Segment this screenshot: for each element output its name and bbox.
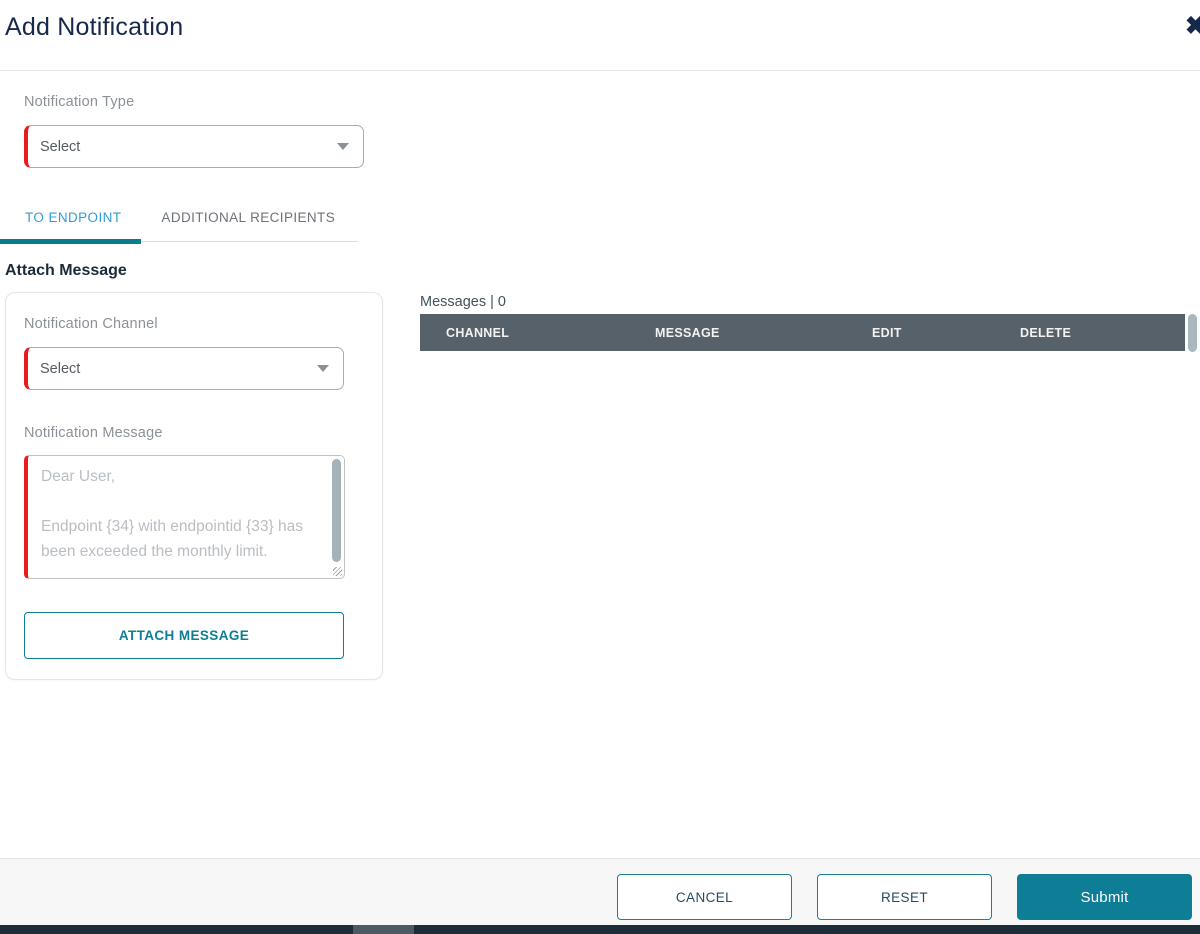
table-scrollbar-thumb[interactable] bbox=[1188, 314, 1197, 352]
footer-bar: CANCEL RESET Submit bbox=[0, 858, 1200, 925]
messages-table-header: CHANNEL MESSAGE EDIT DELETE bbox=[420, 314, 1185, 351]
horizontal-scrollbar-track[interactable] bbox=[0, 925, 1200, 934]
textarea-resize-grip-icon[interactable] bbox=[333, 567, 342, 576]
column-header-message: MESSAGE bbox=[655, 326, 872, 340]
chevron-down-icon bbox=[337, 143, 349, 150]
page-title: Add Notification bbox=[5, 13, 183, 42]
tab-bar: TO ENDPOINT ADDITIONAL RECIPIENTS bbox=[5, 204, 358, 242]
tab-to-endpoint[interactable]: TO ENDPOINT bbox=[5, 204, 141, 241]
cancel-button[interactable]: CANCEL bbox=[617, 874, 792, 920]
chevron-down-icon bbox=[317, 365, 329, 372]
notification-channel-select[interactable]: Select bbox=[24, 347, 344, 390]
attach-message-heading: Attach Message bbox=[5, 262, 127, 280]
notification-channel-value: Select bbox=[40, 361, 80, 377]
column-header-edit: EDIT bbox=[872, 326, 1020, 340]
tab-additional-recipients[interactable]: ADDITIONAL RECIPIENTS bbox=[141, 204, 355, 241]
submit-button[interactable]: Submit bbox=[1017, 874, 1192, 920]
notification-channel-label: Notification Channel bbox=[24, 316, 158, 332]
reset-button[interactable]: RESET bbox=[817, 874, 992, 920]
header-divider bbox=[0, 70, 1200, 71]
textarea-scrollbar-thumb[interactable] bbox=[332, 459, 341, 562]
messages-counter: Messages | 0 bbox=[420, 294, 506, 310]
notification-message-textarea[interactable]: Dear User, Endpoint {34} with endpointid… bbox=[24, 455, 345, 579]
close-icon[interactable]: ✖ bbox=[1185, 14, 1200, 39]
notification-type-label: Notification Type bbox=[24, 94, 134, 110]
attach-message-button[interactable]: ATTACH MESSAGE bbox=[24, 612, 344, 659]
horizontal-scrollbar-thumb[interactable] bbox=[353, 925, 414, 934]
notification-type-value: Select bbox=[40, 139, 80, 155]
notification-type-select[interactable]: Select bbox=[24, 125, 364, 168]
column-header-delete: DELETE bbox=[1020, 326, 1185, 340]
column-header-channel: CHANNEL bbox=[446, 326, 655, 340]
notification-message-label: Notification Message bbox=[24, 425, 163, 441]
notification-message-placeholder: Dear User, Endpoint {34} with endpointid… bbox=[28, 456, 344, 564]
